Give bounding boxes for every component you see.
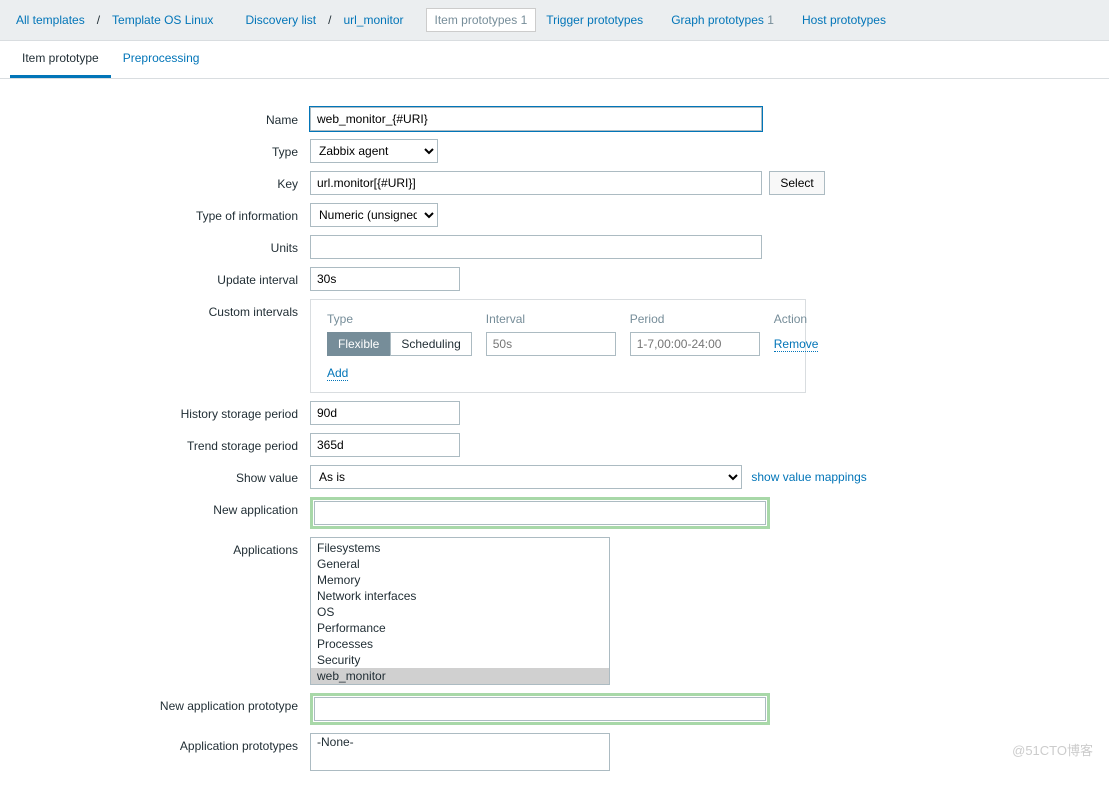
breadcrumb-trigger-prototypes[interactable]: Trigger prototypes	[540, 9, 649, 31]
applications-select[interactable]: CPUFilesystemsGeneralMemoryNetwork inter…	[310, 537, 610, 685]
interval-header-period: Period	[624, 310, 766, 328]
breadcrumb-graph-prototypes-count: 1	[767, 13, 774, 27]
label-trend-storage-period: Trend storage period	[10, 433, 310, 457]
add-link[interactable]: Add	[327, 366, 348, 381]
label-applications: Applications	[10, 537, 310, 685]
label-type: Type	[10, 139, 310, 163]
show-value-select[interactable]: As is	[310, 465, 742, 489]
label-update-interval: Update interval	[10, 267, 310, 291]
list-item[interactable]: Performance	[311, 620, 609, 636]
label-new-application-prototype: New application prototype	[10, 693, 310, 725]
interval-header-action: Action	[768, 310, 825, 328]
select-button[interactable]: Select	[769, 171, 824, 195]
type-of-information-select[interactable]: Numeric (unsigned)	[310, 203, 438, 227]
list-item[interactable]: web_monitor	[311, 668, 609, 684]
breadcrumb-nav: All templates / Template OS Linux Discov…	[0, 0, 1109, 41]
type-select[interactable]: Zabbix agent	[310, 139, 438, 163]
new-application-input[interactable]	[314, 501, 766, 525]
breadcrumb-discovery-list[interactable]: Discovery list	[239, 9, 322, 31]
interval-header-interval: Interval	[480, 310, 622, 328]
breadcrumb-item-prototypes[interactable]: Item prototypes 1	[426, 8, 537, 32]
breadcrumb-all-templates[interactable]: All templates	[10, 9, 91, 31]
list-item[interactable]: Filesystems	[311, 540, 609, 556]
new-application-prototype-highlight	[310, 693, 770, 725]
list-item[interactable]: General	[311, 556, 609, 572]
update-interval-input[interactable]	[310, 267, 460, 291]
label-key: Key	[10, 171, 310, 195]
custom-intervals-table: Type Interval Period Action Flexible Sch…	[310, 299, 806, 393]
tabs: Item prototype Preprocessing	[0, 41, 1109, 79]
period-input[interactable]	[630, 332, 760, 356]
label-name: Name	[10, 107, 310, 131]
list-item[interactable]: Security	[311, 652, 609, 668]
tab-item-prototype[interactable]: Item prototype	[10, 41, 111, 78]
label-history-storage-period: History storage period	[10, 401, 310, 425]
breadcrumb-item-prototypes-count: 1	[521, 13, 528, 27]
tab-preprocessing[interactable]: Preprocessing	[111, 41, 212, 78]
list-item[interactable]: OS	[311, 604, 609, 620]
new-application-prototype-input[interactable]	[314, 697, 766, 721]
scheduling-button[interactable]: Scheduling	[390, 332, 471, 356]
flexible-button[interactable]: Flexible	[327, 332, 390, 356]
list-item[interactable]: Network interfaces	[311, 588, 609, 604]
list-item[interactable]: -None-	[311, 734, 609, 750]
label-new-application: New application	[10, 497, 310, 529]
breadcrumb-graph-prototypes[interactable]: Graph prototypes 1	[665, 9, 780, 31]
breadcrumb-separator: /	[95, 13, 102, 27]
application-prototypes-select[interactable]: -None-	[310, 733, 610, 771]
trend-storage-period-input[interactable]	[310, 433, 460, 457]
show-value-mappings-link[interactable]: show value mappings	[751, 470, 866, 484]
history-storage-period-input[interactable]	[310, 401, 460, 425]
breadcrumb-host-prototypes[interactable]: Host prototypes	[796, 9, 892, 31]
label-show-value: Show value	[10, 465, 310, 489]
label-application-prototypes: Application prototypes	[10, 733, 310, 771]
key-input[interactable]	[310, 171, 762, 195]
interval-input[interactable]	[486, 332, 616, 356]
breadcrumb-url-monitor[interactable]: url_monitor	[337, 9, 409, 31]
new-application-highlight	[310, 497, 770, 529]
list-item[interactable]: Processes	[311, 636, 609, 652]
breadcrumb-separator: /	[326, 13, 333, 27]
form: Name Type Zabbix agent Key Select Type o…	[0, 79, 1109, 799]
interval-header-type: Type	[321, 310, 478, 328]
remove-link[interactable]: Remove	[774, 337, 819, 352]
label-custom-intervals: Custom intervals	[10, 299, 310, 393]
breadcrumb-item-prototypes-label: Item prototypes	[435, 13, 518, 27]
label-units: Units	[10, 235, 310, 259]
watermark: @51CTO博客	[1012, 740, 1093, 759]
list-item[interactable]: Memory	[311, 572, 609, 588]
name-input[interactable]	[310, 107, 762, 131]
breadcrumb-graph-prototypes-label: Graph prototypes	[671, 13, 764, 27]
units-input[interactable]	[310, 235, 762, 259]
label-type-of-information: Type of information	[10, 203, 310, 227]
interval-type-toggle: Flexible Scheduling	[327, 332, 472, 356]
breadcrumb-template-os[interactable]: Template OS Linux	[106, 9, 219, 31]
